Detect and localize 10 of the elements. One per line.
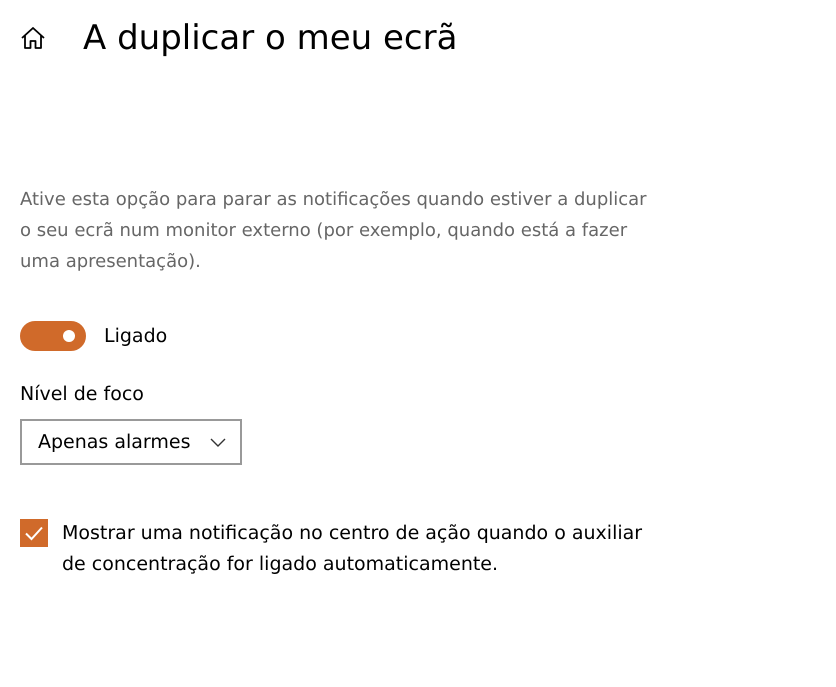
home-icon[interactable]: [20, 26, 46, 50]
toggle-label: Ligado: [104, 325, 168, 347]
chevron-down-icon: [210, 438, 226, 446]
page-title: A duplicar o meu ecrã: [83, 17, 458, 60]
focus-level-label: Nível de foco: [20, 383, 145, 405]
toggle-switch[interactable]: [20, 321, 86, 351]
checkbox[interactable]: [20, 519, 48, 547]
description-text: Ative esta opção para parar as notificações quando estiver a duplicar o seu ecrã num monitor externo (por exemplo, quando está a fazer uma apresentação).: [20, 188, 648, 274]
checkbox-label: Mostrar uma notificação no centro de ação quando o auxiliar de concentração for ligado automaticamente.: [62, 521, 644, 577]
focus-level-dropdown[interactable]: Apenas alarmes: [20, 419, 242, 465]
